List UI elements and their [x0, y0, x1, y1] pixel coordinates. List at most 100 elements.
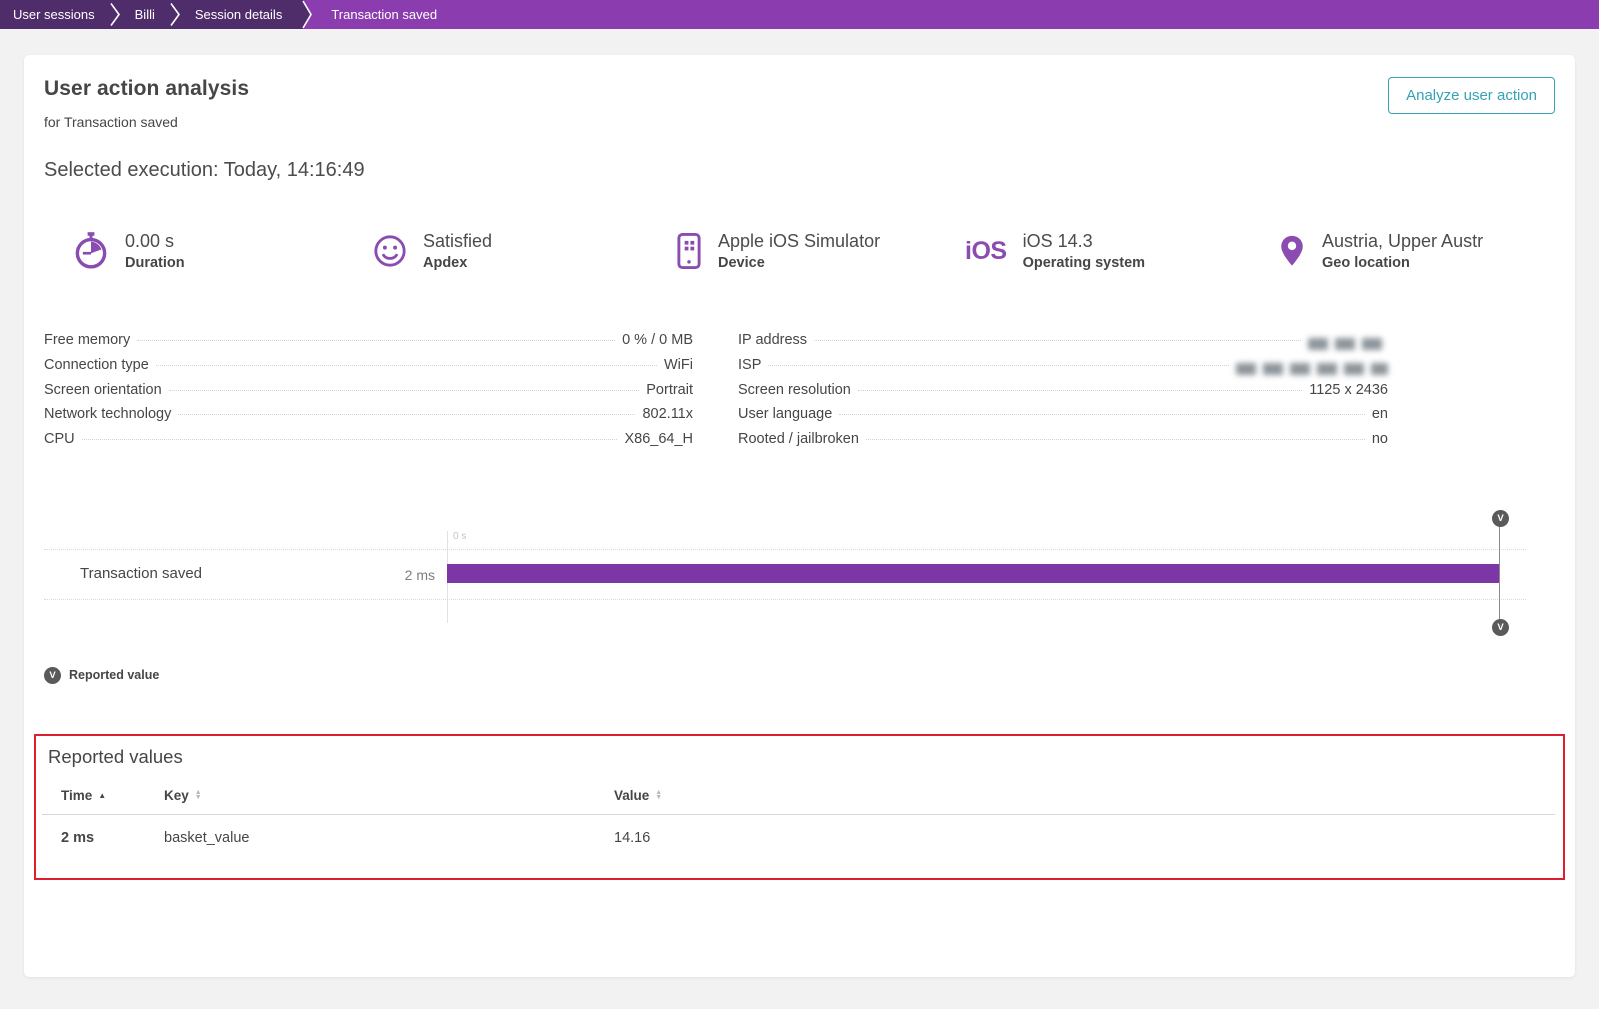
property-value: en	[1371, 406, 1388, 423]
user-action-analysis-card: User action analysis for Transaction sav…	[24, 55, 1575, 977]
chevron-right-icon	[167, 0, 182, 29]
dotted-leader	[857, 389, 1303, 391]
dotted-leader	[168, 389, 640, 391]
breadcrumb-item-billi[interactable]: Billi	[121, 0, 168, 29]
redacted-value	[1236, 363, 1388, 376]
dotted-leader	[81, 439, 618, 441]
property-row: User language en	[738, 406, 1388, 431]
stat-duration: 0.00 s Duration	[73, 229, 185, 273]
property-label: User language	[738, 406, 833, 423]
property-label: Screen resolution	[738, 381, 851, 398]
property-label: CPU	[44, 431, 75, 448]
chevron-right-icon	[295, 0, 313, 29]
legend-label: Reported value	[69, 668, 160, 683]
property-row: Connection type WiFi	[44, 357, 693, 382]
column-header-time[interactable]: Time ▲	[61, 788, 164, 803]
dotted-leader	[178, 414, 636, 416]
device-label: Device	[718, 255, 765, 271]
breadcrumb-item-user-sessions[interactable]: User sessions	[0, 0, 108, 29]
sort-ascending-icon: ▲	[98, 790, 107, 800]
timeline-bar[interactable]	[447, 563, 1500, 583]
column-label: Value	[614, 787, 650, 803]
property-row: CPU X86_64_H	[44, 431, 693, 456]
breadcrumb: User sessions Billi Session details Tran…	[0, 0, 1599, 29]
cell-key: basket_value	[164, 829, 250, 846]
mobile-phone-icon	[676, 232, 702, 270]
column-label: Key	[164, 787, 189, 803]
property-label: Network technology	[44, 406, 172, 423]
column-header-key[interactable]: Key ▲ ▼	[164, 788, 614, 803]
card-header: User action analysis for Transaction sav…	[44, 77, 1555, 130]
chart-legend: V Reported value	[44, 666, 1555, 684]
os-value: iOS 14.3	[1022, 231, 1093, 251]
device-value: Apple iOS Simulator	[718, 231, 881, 251]
analyze-user-action-button[interactable]: Analyze user action	[1388, 77, 1555, 114]
dotted-leader	[839, 414, 1365, 416]
ios-logo: iOS	[965, 236, 1007, 265]
row-divider	[44, 598, 1526, 600]
stat-device: Apple iOS Simulator Device	[676, 229, 880, 273]
sort-both-icon: ▲ ▼	[194, 789, 202, 802]
properties-section: Free memory 0 % / 0 MB Connection type W…	[44, 332, 1555, 456]
property-value: 0 % / 0 MB	[622, 332, 693, 348]
breadcrumb-item-session-details[interactable]: Session details	[181, 0, 296, 29]
axis-tick-label: 0 s	[453, 530, 467, 542]
stat-text: Austria, Upper Austr Geo location	[1322, 229, 1575, 273]
selected-execution-text: Selected execution: Today, 14:16:49	[44, 159, 365, 181]
page-subtitle: for Transaction saved	[44, 114, 178, 130]
timeline-row-duration: 2 ms	[404, 566, 435, 583]
property-label: Free memory	[44, 332, 131, 348]
chevron-right-icon	[107, 0, 122, 29]
property-value: WiFi	[664, 356, 693, 373]
waterfall-timeline: 0 s Transaction saved 2 ms V V	[44, 505, 1555, 640]
cell-value: 14.16	[614, 829, 651, 846]
reported-value-connector-line	[1499, 518, 1500, 628]
property-row: ISP	[738, 357, 1388, 382]
title-block: User action analysis for Transaction sav…	[44, 77, 249, 130]
property-value: Portrait	[646, 381, 693, 398]
property-label: ISP	[738, 356, 762, 373]
duration-value: 0.00 s	[125, 231, 175, 251]
dotted-leader	[865, 439, 1365, 441]
breadcrumb-label: Billi	[134, 7, 155, 22]
stat-text: 0.00 s Duration	[125, 229, 185, 273]
reported-values-table: Time ▲ Key ▲ ▼ Value ▲ ▼ 2 ms basket_value…	[42, 788, 1555, 858]
property-row: Screen resolution 1125 x 2436	[738, 382, 1388, 407]
property-label: Connection type	[44, 356, 149, 373]
row-divider	[44, 548, 1526, 550]
property-row: Free memory 0 % / 0 MB	[44, 332, 693, 357]
stat-apdex: Satisfied Apdex	[373, 229, 492, 273]
breadcrumb-item-current: Transaction saved	[313, 0, 450, 29]
reported-value-marker-icon[interactable]: V	[1492, 618, 1509, 636]
dotted-leader	[137, 340, 616, 341]
stat-text: iOS 14.3 Operating system	[1023, 229, 1146, 273]
geo-value: Austria, Upper Austr	[1322, 231, 1484, 251]
cell-time: 2 ms	[61, 829, 95, 846]
table-header-row: Time ▲ Key ▲ ▼ Value ▲ ▼	[42, 788, 1555, 814]
stopwatch-icon	[73, 231, 109, 271]
stat-os: iOS iOS 14.3 Operating system	[965, 229, 1145, 273]
property-value: 802.11x	[642, 406, 693, 423]
os-label: Operating system	[1022, 255, 1146, 271]
reported-values-title: Reported values	[48, 745, 183, 767]
property-value: no	[1371, 431, 1388, 448]
property-value: X86_64_H	[624, 431, 693, 448]
duration-label: Duration	[125, 255, 185, 271]
dotted-leader	[155, 364, 657, 366]
property-row: IP address	[738, 332, 1388, 357]
reported-values-section: Reported values Time ▲ Key ▲ ▼ Value ▲ ▼ 2…	[34, 733, 1565, 880]
apdex-label: Apdex	[423, 255, 468, 271]
smiley-icon	[373, 234, 407, 268]
reported-value-marker-icon[interactable]: V	[1492, 509, 1509, 527]
property-label: Screen orientation	[44, 381, 162, 398]
column-header-value[interactable]: Value ▲ ▼	[614, 788, 1555, 803]
property-row: Rooted / jailbroken no	[738, 431, 1388, 456]
stat-text: Apple iOS Simulator Device	[718, 229, 880, 273]
property-label: IP address	[738, 332, 808, 348]
stat-text: Satisfied Apdex	[423, 229, 492, 273]
timeline-row-label: Transaction saved	[80, 564, 203, 582]
property-value: 1125 x 2436	[1309, 381, 1388, 398]
redacted-value	[1308, 338, 1388, 351]
reported-value-marker-icon: V	[44, 666, 61, 684]
property-label: Rooted / jailbroken	[738, 431, 859, 448]
